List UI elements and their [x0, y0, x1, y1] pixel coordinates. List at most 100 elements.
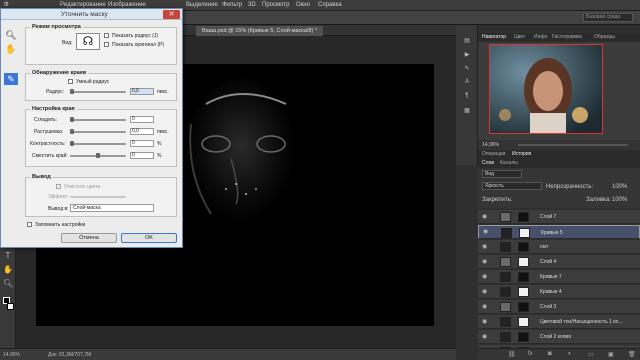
layer-row[interactable]: ◉ смт: [478, 240, 640, 254]
paragraph-icon[interactable]: ¶: [462, 93, 472, 101]
remember-settings-checkbox[interactable]: [27, 222, 32, 227]
eye-icon[interactable]: ◉: [482, 318, 487, 325]
contrast-slider[interactable]: [70, 141, 126, 146]
layer-row[interactable]: ◉ Кривые 5: [478, 225, 640, 239]
layer-row[interactable]: ◉ Слой 3: [478, 300, 640, 314]
output-to-select[interactable]: Слой-маска: [70, 204, 154, 212]
layer-row[interactable]: ◉ Кривые 4: [478, 285, 640, 299]
contrast-slider-thumb[interactable]: [70, 141, 74, 146]
zoom-level[interactable]: 14,96%: [3, 352, 20, 358]
adjustment-icon[interactable]: ◐: [568, 351, 572, 357]
shift-edge-input[interactable]: 0: [130, 152, 154, 159]
hand-icon[interactable]: ✋: [4, 43, 18, 55]
refine-radius-brush-icon[interactable]: ✎: [4, 73, 18, 85]
tab-info[interactable]: Инфо: [534, 34, 547, 40]
shift-edge-slider-thumb[interactable]: [96, 153, 100, 158]
navigator-zoom-slider[interactable]: [518, 144, 628, 146]
menu-3d[interactable]: 3D: [248, 2, 256, 8]
layer-mask-thumbnail[interactable]: [518, 317, 529, 327]
tab-layers[interactable]: Слои: [482, 160, 494, 166]
link-layers-icon[interactable]: ⛓: [508, 351, 516, 358]
opacity-value[interactable]: 100%: [612, 184, 627, 190]
new-layer-icon[interactable]: ▣: [608, 351, 614, 358]
feather-slider[interactable]: [70, 129, 126, 134]
zoom-tool-icon[interactable]: 🔍︎: [3, 279, 13, 288]
layer-row[interactable]: ◉ Слой 2 копия: [478, 330, 640, 344]
layer-mask-thumbnail[interactable]: [518, 287, 529, 297]
cancel-button[interactable]: Отмена: [61, 233, 117, 243]
properties-icon[interactable]: ▦: [462, 107, 472, 115]
ok-button[interactable]: OK: [121, 233, 177, 243]
layer-row[interactable]: ◉ Кривые 7: [478, 270, 640, 284]
layer-mask-thumbnail[interactable]: [518, 242, 529, 252]
eye-icon[interactable]: ◉: [483, 229, 488, 235]
smart-radius-checkbox[interactable]: [68, 79, 73, 84]
view-mode-preview-icon[interactable]: ☊: [76, 33, 100, 50]
radius-slider-thumb[interactable]: [70, 89, 74, 94]
dialog-titlebar[interactable]: Уточнить маску ✕: [1, 9, 182, 20]
feather-slider-thumb[interactable]: [70, 129, 74, 134]
menu-select[interactable]: Выделение: [186, 2, 218, 8]
fill-value[interactable]: 100%: [612, 197, 627, 203]
actions-icon[interactable]: ▶: [462, 51, 472, 59]
view-label: Вид:: [62, 40, 73, 46]
layer-kind-filter[interactable]: Вид: [482, 170, 522, 178]
background-color-swatch[interactable]: [7, 303, 14, 310]
eye-icon[interactable]: ◉: [482, 273, 487, 280]
radius-input[interactable]: 0,0: [130, 88, 154, 95]
amount-slider[interactable]: [70, 196, 126, 198]
tab-channels[interactable]: Каналы: [500, 160, 518, 166]
eye-icon[interactable]: ◉: [482, 288, 487, 295]
character-icon[interactable]: A: [462, 79, 472, 87]
layer-mask-thumbnail[interactable]: [518, 332, 529, 342]
decontaminate-checkbox[interactable]: [56, 184, 61, 189]
close-button[interactable]: ✕: [163, 10, 180, 19]
eye-icon[interactable]: ◉: [482, 213, 487, 220]
tab-swatches[interactable]: Образцы: [594, 34, 615, 40]
contrast-input[interactable]: 0: [130, 140, 154, 147]
add-mask-icon[interactable]: ◙: [548, 351, 552, 357]
hand-icon[interactable]: ✋: [3, 265, 13, 274]
history-icon[interactable]: ▤: [462, 37, 472, 45]
tab-history[interactable]: История: [512, 151, 531, 157]
menu-filter[interactable]: Фильтр: [222, 2, 242, 8]
trash-icon[interactable]: 🗑︎: [628, 351, 636, 358]
radius-slider[interactable]: [70, 89, 126, 94]
document-tab[interactable]: Ваша.psd @ 15% (Кривые 5, Слой-маска/8) …: [196, 26, 323, 36]
menu-window[interactable]: Окно: [296, 2, 310, 8]
blend-mode-select[interactable]: Яркость: [482, 182, 542, 190]
show-radius-checkbox[interactable]: [104, 33, 109, 38]
layer-row[interactable]: ◉ Цветовой тон/Насыщенность 1 ко...: [478, 315, 640, 329]
smooth-slider[interactable]: [70, 117, 126, 122]
fx-icon[interactable]: fx: [528, 351, 533, 357]
type-icon[interactable]: T: [3, 251, 13, 260]
eye-icon[interactable]: ◉: [482, 333, 487, 340]
workspace-select[interactable]: Базовая среда: [583, 13, 633, 22]
eye-icon[interactable]: ◉: [482, 303, 487, 310]
zoom-icon[interactable]: 🔍︎: [4, 29, 18, 41]
navigator-zoom-value[interactable]: 14,96%: [482, 142, 499, 148]
tab-histogram[interactable]: Гистограмма: [552, 34, 582, 40]
navigator-thumbnail[interactable]: [489, 44, 603, 134]
brush-preset-icon[interactable]: ✎: [462, 65, 472, 73]
tab-navigator[interactable]: Навигатор: [482, 34, 506, 40]
tab-color[interactable]: Цвет: [514, 34, 525, 40]
feather-input[interactable]: 0,0: [130, 128, 154, 135]
layer-mask-thumbnail[interactable]: [518, 272, 529, 282]
menu-help[interactable]: Справка: [318, 2, 342, 8]
smooth-slider-thumb[interactable]: [70, 117, 74, 122]
smooth-input[interactable]: 0: [130, 116, 154, 123]
tab-actions[interactable]: Операции: [482, 151, 505, 157]
shift-edge-slider[interactable]: [70, 153, 126, 158]
layer-mask-thumbnail[interactable]: [519, 228, 530, 238]
layer-mask-thumbnail[interactable]: [518, 257, 529, 267]
eye-icon[interactable]: ◉: [482, 243, 487, 250]
layer-mask-thumbnail[interactable]: [518, 302, 529, 312]
group-icon[interactable]: ▭: [588, 351, 594, 358]
eye-icon[interactable]: ◉: [482, 258, 487, 265]
menu-view[interactable]: Просмотр: [262, 2, 289, 8]
layer-row[interactable]: ◉ Слой 4: [478, 255, 640, 269]
layer-row[interactable]: ◉ Слой 7: [478, 210, 640, 224]
show-original-checkbox[interactable]: [104, 42, 109, 47]
layer-mask-thumbnail[interactable]: [518, 212, 529, 222]
